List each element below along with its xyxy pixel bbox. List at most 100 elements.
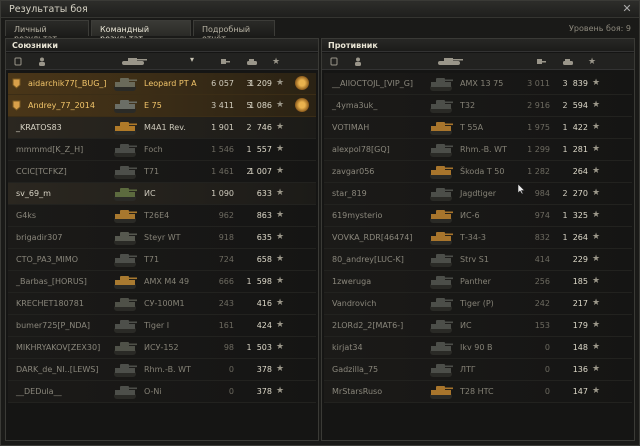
player-name[interactable]: 2LORd2_2[MAT6-] — [332, 321, 403, 330]
damage-column-icon[interactable] — [220, 57, 230, 66]
player-row[interactable]: 619mysterio ИС-6 974 1 325 ★ — [324, 205, 632, 227]
player-name[interactable]: 619mysterio — [332, 211, 382, 220]
player-row[interactable]: bumer725[P_NDA] Tiger I 161 424 ★ — [8, 315, 316, 337]
damage-value: 2 916 — [527, 101, 550, 110]
player-row[interactable]: mmmmd[K_Z_H] Foch 1 546 1 557 ★ — [8, 139, 316, 161]
player-name[interactable]: zavgar056 — [332, 167, 374, 176]
player-row[interactable]: KRECHET180781 СУ-100М1 243 416 ★ — [8, 293, 316, 315]
player-name[interactable]: alexpol78[GQ] — [332, 145, 390, 154]
player-row[interactable]: _4yma3uk_ T32 2 916 2 594 ★ — [324, 95, 632, 117]
player-name[interactable]: brigadir307 — [16, 233, 62, 242]
tab-team-result[interactable]: Командный результат — [91, 20, 191, 43]
player-name[interactable]: __AlIOCTOJL_[VIP_G] — [332, 79, 413, 88]
damage-column-icon[interactable] — [536, 57, 546, 66]
player-name[interactable]: Andrey_77_2014 — [28, 101, 95, 110]
vehicle-name: T71 — [144, 167, 160, 176]
vehicle-name: T 55A — [460, 123, 484, 132]
player-name[interactable]: mmmmd[K_Z_H] — [16, 145, 83, 154]
player-name[interactable]: _Barbas_[HORUS] — [16, 277, 87, 286]
squad-column-icon[interactable] — [14, 57, 22, 66]
player-row[interactable]: MrStarsRuso T28 HTC 0 147 ★ — [324, 381, 632, 403]
player-row[interactable]: kirjat34 Ikv 90 B 0 148 ★ — [324, 337, 632, 359]
player-name[interactable]: MIKHRYAKOV[ZEX30] — [16, 343, 100, 352]
squad-column-icon[interactable] — [330, 57, 338, 66]
player-name[interactable]: VOTIMAH — [332, 123, 369, 132]
vehicle-column-icon[interactable] — [436, 57, 464, 65]
player-row[interactable]: VOTIMAH T 55A 1 975 1 422 ★ — [324, 117, 632, 139]
player-row[interactable]: DARK_de_NI..[LEWS] Rhm.-B. WT 0 378 ★ — [8, 359, 316, 381]
xp-value: 746 — [256, 123, 272, 132]
player-row[interactable]: G4ks T26E4 962 863 ★ — [8, 205, 316, 227]
player-row[interactable]: CTO_PA3_MIMO T71 724 658 ★ — [8, 249, 316, 271]
vehicle-name: ИСУ-152 — [144, 343, 179, 352]
tank-icon — [428, 382, 454, 402]
player-row[interactable]: 1zweruga Panther 256 185 ★ — [324, 271, 632, 293]
player-name[interactable]: CCIC[TCFKZ] — [16, 167, 67, 176]
close-icon[interactable]: ✕ — [621, 3, 633, 15]
allies-column-header: ▾ ★ — [6, 53, 318, 70]
xp-value: 264 — [572, 233, 588, 242]
medal-icon[interactable] — [295, 76, 309, 90]
player-row[interactable]: __DEDula__ O-Ni 0 378 ★ — [8, 381, 316, 403]
player-name[interactable]: VOVKA_RDR[46474] — [332, 233, 413, 242]
xp-column-icon[interactable]: ★ — [588, 57, 596, 67]
player-name[interactable]: MrStarsRuso — [332, 387, 382, 396]
damage-value: 1 282 — [527, 167, 550, 176]
player-name[interactable]: _KRATOS83 — [16, 123, 62, 132]
damage-value: 1 090 — [211, 189, 234, 198]
player-name[interactable]: Gadzilla_75 — [332, 365, 378, 374]
player-row[interactable]: brigadir307 Steyr WT 918 635 ★ — [8, 227, 316, 249]
squad-badge-icon — [12, 78, 21, 89]
player-row[interactable]: VOVKA_RDR[46474] Т-34-3 832 1 264 ★ — [324, 227, 632, 249]
player-name[interactable]: 1zweruga — [332, 277, 371, 286]
player-row[interactable]: 80_andrey[LUC-K] Strv S1 414 229 ★ — [324, 249, 632, 271]
player-name[interactable]: __DEDula__ — [16, 387, 62, 396]
medal-icon[interactable] — [295, 98, 309, 112]
player-row[interactable]: Andrey_77_2014 E 75 3 411 5 1 086 ★ — [8, 95, 316, 117]
vehicle-column-icon[interactable] — [120, 57, 148, 65]
tank-icon — [428, 140, 454, 160]
player-name[interactable]: bumer725[P_NDA] — [16, 321, 90, 330]
player-row[interactable]: sv_69_m ИС 1 090 633 ★ — [8, 183, 316, 205]
kills-column-icon[interactable] — [246, 57, 258, 66]
player-name[interactable]: _4yma3uk_ — [332, 101, 377, 110]
xp-value: 378 — [256, 387, 272, 396]
vehicle-name: ИС — [460, 321, 472, 330]
kills-column-icon[interactable] — [562, 57, 574, 66]
player-name[interactable]: G4ks — [16, 211, 36, 220]
player-column-icon[interactable] — [38, 57, 46, 66]
player-name[interactable]: DARK_de_NI..[LEWS] — [16, 365, 98, 374]
tank-icon — [112, 294, 138, 314]
damage-value: 1 975 — [527, 123, 550, 132]
player-name[interactable]: CTO_PA3_MIMO — [16, 255, 78, 264]
player-name[interactable]: kirjat34 — [332, 343, 363, 352]
player-name[interactable]: KRECHET180781 — [16, 299, 84, 308]
player-row[interactable]: _KRATOS83 M4A1 Rev. 1 901 2 746 ★ — [8, 117, 316, 139]
player-row[interactable]: alexpol78[GQ] Rhm.-B. WT 1 299 1 281 ★ — [324, 139, 632, 161]
player-name[interactable]: star_819 — [332, 189, 367, 198]
player-name[interactable]: Vandrovich — [332, 299, 376, 308]
player-row[interactable]: star_819 Jagdtiger 984 2 270 ★ — [324, 183, 632, 205]
player-row[interactable]: aidarchik77[_BUG_] Leopard PT A6 057 3 1 20… — [8, 73, 316, 95]
player-name[interactable]: aidarchik77[_BUG_] — [28, 79, 107, 88]
tank-icon — [428, 272, 454, 292]
player-row[interactable]: _Barbas_[HORUS] AMX M4 49 666 1 598 ★ — [8, 271, 316, 293]
player-name[interactable]: sv_69_m — [16, 189, 51, 198]
tank-icon — [112, 206, 138, 226]
player-row[interactable]: __AlIOCTOJL_[VIP_G] AMX 13 75 3 011 3 839 ★ — [324, 73, 632, 95]
player-column-icon[interactable] — [354, 57, 362, 66]
player-name[interactable]: 80_andrey[LUC-K] — [332, 255, 404, 264]
tab-detailed-report[interactable]: Подробный отчёт — [193, 20, 275, 43]
sort-indicator-icon[interactable]: ▾ — [190, 55, 194, 64]
player-row[interactable]: Vandrovich Tiger (P) 242 217 ★ — [324, 293, 632, 315]
player-row[interactable]: zavgar056 Škoda T 50 1 282 264 ★ — [324, 161, 632, 183]
tab-personal-result[interactable]: Личный результат — [5, 20, 89, 43]
xp-column-icon[interactable]: ★ — [272, 57, 280, 67]
player-row[interactable]: CCIC[TCFKZ] T71 1 461 2 1 007 ★ — [8, 161, 316, 183]
tank-icon — [112, 118, 138, 138]
player-row[interactable]: 2LORd2_2[MAT6-] ИС 153 179 ★ — [324, 315, 632, 337]
player-row[interactable]: Gadzilla_75 ЛТГ 0 136 ★ — [324, 359, 632, 381]
star-icon: ★ — [592, 144, 601, 154]
tank-icon — [428, 294, 454, 314]
player-row[interactable]: MIKHRYAKOV[ZEX30] ИСУ-152 98 1 503 ★ — [8, 337, 316, 359]
